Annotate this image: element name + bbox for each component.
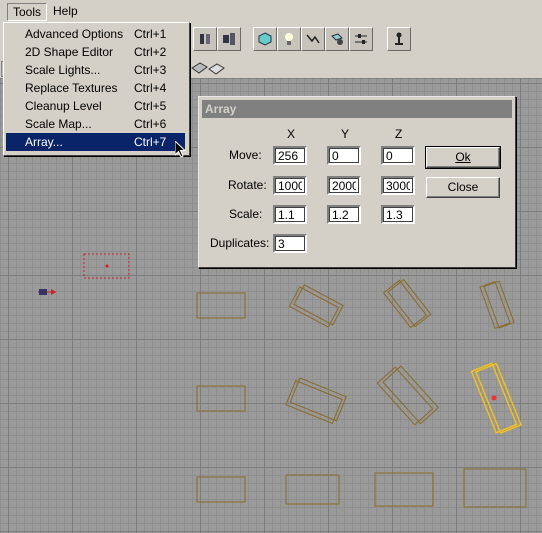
menu-item-shortcut: Ctrl+5 <box>134 99 167 113</box>
light-icon[interactable] <box>277 27 301 51</box>
column-z-header: Z <box>395 127 403 141</box>
actor-icon[interactable] <box>387 27 411 51</box>
brush-box <box>196 385 246 412</box>
menu-tools[interactable]: Tools <box>7 3 48 21</box>
menu-item-label: Scale Lights... <box>25 63 101 77</box>
move-z-field[interactable] <box>381 146 415 165</box>
move-label: Move: <box>229 148 262 162</box>
cube-icon[interactable] <box>253 27 277 51</box>
menu-item-shortcut: Ctrl+2 <box>134 45 167 59</box>
builder-brush-pivot <box>105 264 109 268</box>
layout-icon[interactable] <box>193 27 217 51</box>
brush-box <box>288 284 344 328</box>
rotate-label: Rotate: <box>228 178 267 192</box>
menu-item-label: 2D Shape Editor <box>25 45 114 59</box>
mover-icon[interactable] <box>325 27 349 51</box>
menu-item-scale-map[interactable]: Scale Map... Ctrl+6 <box>6 115 185 133</box>
dialog-title[interactable]: Array <box>202 100 512 118</box>
ok-button[interactable]: Ok <box>425 146 501 169</box>
brush-box <box>285 377 347 425</box>
array-dialog: Array X Y Z Move: Rotate: Scale: Duplica… <box>198 96 516 268</box>
ok-button-label: Ok <box>455 150 471 164</box>
menu-item-2d-shape-editor[interactable]: 2D Shape Editor Ctrl+2 <box>6 43 185 61</box>
tools-menu: Advanced Options Ctrl+1 2D Shape Editor … <box>3 22 190 156</box>
menu-item-advanced-options[interactable]: Advanced Options Ctrl+1 <box>6 25 185 43</box>
brush-box <box>196 292 246 319</box>
scale-x-field[interactable] <box>273 205 307 224</box>
brush-box <box>196 476 246 503</box>
sliders-icon[interactable] <box>349 27 373 51</box>
menu-item-label: Advanced Options <box>25 27 124 41</box>
scale-z-field[interactable] <box>381 205 415 224</box>
duplicates-field[interactable] <box>273 234 307 253</box>
menu-item-shortcut: Ctrl+1 <box>134 27 167 41</box>
move-y-field[interactable] <box>327 146 361 165</box>
menu-item-shortcut: Ctrl+7 <box>134 135 167 149</box>
sheet-icon[interactable] <box>190 60 226 79</box>
rotate-x-field[interactable] <box>273 176 307 195</box>
close-button[interactable]: Close <box>426 177 500 198</box>
layout2-icon[interactable] <box>217 27 241 51</box>
menu-help[interactable]: Help <box>48 3 83 19</box>
brush-box <box>374 472 434 507</box>
brush-box <box>463 468 527 508</box>
menu-item-array[interactable]: Array... Ctrl+7 <box>6 133 185 151</box>
menu-item-label: Replace Textures <box>25 81 118 95</box>
menu-item-cleanup-level[interactable]: Cleanup Level Ctrl+5 <box>6 97 185 115</box>
scale-y-field[interactable] <box>327 205 361 224</box>
menu-item-shortcut: Ctrl+4 <box>134 81 167 95</box>
menu-item-label: Cleanup Level <box>25 99 102 113</box>
column-y-header: Y <box>341 127 350 141</box>
menu-item-scale-lights[interactable]: Scale Lights... Ctrl+3 <box>6 61 185 79</box>
path-icon[interactable] <box>301 27 325 51</box>
move-x-field[interactable] <box>273 146 307 165</box>
brush-box <box>479 280 515 330</box>
menu-item-shortcut: Ctrl+6 <box>134 117 167 131</box>
duplicates-label: Duplicates: <box>210 236 270 250</box>
rotate-y-field[interactable] <box>327 176 361 195</box>
menu-item-label: Scale Map... <box>25 117 92 131</box>
menu-item-label: Array... <box>25 135 63 149</box>
brush-box <box>382 278 432 329</box>
mouse-cursor-icon <box>175 141 187 158</box>
column-x-header: X <box>287 127 296 141</box>
brush-box <box>376 365 440 426</box>
menu-item-replace-textures[interactable]: Replace Textures Ctrl+4 <box>6 79 185 97</box>
scale-label: Scale: <box>229 207 263 221</box>
menu-bar: Tools Help <box>0 0 542 23</box>
player-start-icon <box>38 289 56 295</box>
selected-brush-pivot <box>491 395 497 401</box>
rotate-z-field[interactable] <box>381 176 415 195</box>
menu-item-shortcut: Ctrl+3 <box>134 63 167 77</box>
brush-box <box>285 474 340 505</box>
close-button-label: Close <box>447 180 479 194</box>
